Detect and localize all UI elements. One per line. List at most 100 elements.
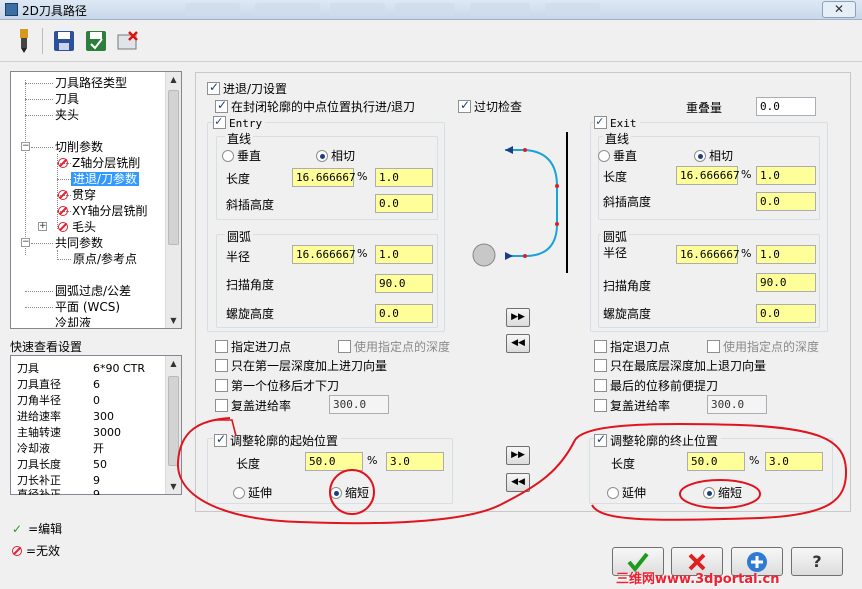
entry-length-pct-input[interactable]: 16.666667 bbox=[292, 168, 356, 187]
checkbox-checked-icon bbox=[213, 114, 226, 129]
entry-ramp-input[interactable]: 0.0 bbox=[375, 194, 433, 213]
entry-perpendicular-radio[interactable]: 垂直 bbox=[222, 147, 261, 164]
collapse-toggle[interactable]: − bbox=[21, 142, 30, 151]
exit-radius-pct-input[interactable]: 16.666667 bbox=[676, 245, 740, 264]
scroll-down-icon[interactable]: ▼ bbox=[166, 479, 181, 494]
disabled-icon bbox=[58, 190, 68, 200]
tree-item[interactable]: 夹头 bbox=[55, 106, 79, 123]
adjust-start-length-label: 长度 bbox=[236, 457, 261, 471]
tree-item[interactable]: XY轴分层铣削 bbox=[58, 202, 148, 219]
exit-radius-input[interactable]: 1.0 bbox=[756, 245, 816, 264]
exit-radius-label: 半径 bbox=[603, 246, 628, 260]
scroll-up-icon[interactable]: ▲ bbox=[166, 72, 181, 87]
adjust-start-pct-input[interactable]: 50.0 bbox=[305, 452, 363, 471]
radio-icon bbox=[233, 487, 245, 499]
first-depth-only-checkbox[interactable]: 只在第一层深度加上进刀向量 bbox=[215, 357, 387, 374]
exit-ramp-input[interactable]: 0.0 bbox=[756, 192, 816, 211]
expand-toggle[interactable]: + bbox=[38, 222, 47, 231]
midpoint-checkbox[interactable]: 在封闭轮廓的中点位置执行进/退刀 bbox=[215, 98, 415, 115]
specify-exit-point-checkbox[interactable]: 指定退刀点 bbox=[594, 338, 670, 355]
tree-item[interactable]: 原点/参考点 bbox=[73, 250, 137, 267]
scroll-down-icon[interactable]: ▼ bbox=[166, 313, 181, 328]
entry-checkbox[interactable]: Entry bbox=[213, 114, 266, 130]
close-file-icon[interactable] bbox=[116, 28, 140, 54]
save-as-icon[interactable] bbox=[84, 28, 108, 54]
entry-length-input[interactable]: 1.0 bbox=[375, 168, 433, 187]
enter-exit-checkbox[interactable]: 进退/刀设置 bbox=[207, 80, 287, 97]
exit-sweep-label: 扫描角度 bbox=[603, 279, 652, 293]
entry-feed-input[interactable]: 300.0 bbox=[329, 395, 389, 414]
help-button[interactable]: ? bbox=[791, 547, 843, 576]
forward-arrow-icon[interactable]: ▶▶ bbox=[506, 308, 530, 327]
tree-item[interactable]: 平面 (WCS) bbox=[55, 298, 120, 315]
quick-view-scrollbar[interactable]: ▲ ▼ bbox=[165, 356, 181, 494]
tool-icon[interactable] bbox=[12, 28, 36, 54]
exit-perpendicular-radio[interactable]: 垂直 bbox=[598, 147, 637, 164]
adjust-start-input[interactable]: 3.0 bbox=[386, 452, 444, 471]
forward-arrow-icon[interactable]: ▶▶ bbox=[506, 446, 530, 465]
exit-helix-input[interactable]: 0.0 bbox=[756, 304, 816, 323]
overlap-input[interactable]: 0.0 bbox=[756, 97, 816, 116]
adjust-end-pct-input[interactable]: 50.0 bbox=[687, 452, 745, 471]
entry-sweep-input[interactable]: 90.0 bbox=[375, 274, 433, 293]
exit-helix-label: 螺旋高度 bbox=[603, 307, 652, 321]
window-title: 2D刀具路径 bbox=[22, 4, 87, 18]
use-depth-checkbox: 使用指定点的深度 bbox=[338, 338, 450, 355]
help-question-icon: ? bbox=[812, 552, 822, 571]
last-depth-only-checkbox[interactable]: 只在最底层深度加上退刀向量 bbox=[594, 357, 766, 374]
adjust-end-extend-radio[interactable]: 延伸 bbox=[607, 484, 646, 501]
tree-item[interactable]: 冷却液 bbox=[55, 314, 91, 327]
tree-item[interactable]: 刀具路径类型 bbox=[55, 74, 127, 91]
checkbox-icon bbox=[707, 340, 720, 353]
checkbox-icon bbox=[338, 340, 351, 353]
specify-entry-point-checkbox[interactable]: 指定进刀点 bbox=[215, 338, 291, 355]
exit-length-pct-input[interactable]: 16.666667 bbox=[676, 166, 740, 185]
checkbox-checked-icon bbox=[207, 80, 220, 95]
tree-item-selected[interactable]: 进退/刀参数 bbox=[71, 170, 140, 187]
scroll-thumb[interactable] bbox=[168, 90, 179, 245]
tree-scrollbar[interactable]: ▲ ▼ bbox=[165, 72, 181, 328]
ghost-tab bbox=[395, 3, 455, 16]
save-icon[interactable] bbox=[52, 28, 76, 54]
exit-use-depth-checkbox: 使用指定点的深度 bbox=[707, 338, 819, 355]
adjust-end-input[interactable]: 3.0 bbox=[765, 452, 823, 471]
exit-sweep-input[interactable]: 90.0 bbox=[756, 273, 816, 292]
collapse-toggle[interactable]: − bbox=[21, 238, 30, 247]
checkbox-checked-icon bbox=[594, 432, 607, 447]
checkbox-icon bbox=[594, 399, 607, 412]
back-arrow-icon[interactable]: ◀◀ bbox=[506, 473, 530, 492]
tree-item[interactable]: 圆弧过虑/公差 bbox=[55, 282, 131, 299]
scroll-thumb[interactable] bbox=[168, 376, 179, 466]
close-button[interactable]: ✕ bbox=[822, 1, 856, 18]
exit-feed-input[interactable]: 300.0 bbox=[707, 395, 767, 414]
entry-radius-input[interactable]: 1.0 bbox=[375, 245, 433, 264]
exit-length-input[interactable]: 1.0 bbox=[756, 166, 816, 185]
exit-length-label: 长度 bbox=[603, 170, 628, 184]
tree-item[interactable]: Z轴分层铣削 bbox=[58, 154, 140, 171]
list-item: 进给速率 300 bbox=[17, 410, 114, 423]
adjust-start-checkbox[interactable]: 调整轮廓的起始位置 bbox=[214, 432, 342, 449]
exit-checkbox[interactable]: Exit bbox=[594, 114, 640, 130]
adjust-start-shorten-radio[interactable]: 缩短 bbox=[330, 484, 369, 501]
exit-tangent-radio[interactable]: 相切 bbox=[694, 147, 733, 164]
entry-radius-pct-input[interactable]: 16.666667 bbox=[292, 245, 356, 264]
percent-label: % bbox=[749, 454, 760, 467]
adjust-end-shorten-radio[interactable]: 缩短 bbox=[703, 484, 742, 501]
exit-override-feed-checkbox[interactable]: 复盖进给率 bbox=[594, 397, 670, 414]
back-arrow-icon[interactable]: ◀◀ bbox=[506, 334, 530, 353]
scroll-up-icon[interactable]: ▲ bbox=[166, 356, 181, 371]
tree-item[interactable]: 贯穿 bbox=[58, 186, 96, 203]
first-move-down-checkbox[interactable]: 第一个位移后才下刀 bbox=[215, 377, 339, 394]
last-move-lift-checkbox[interactable]: 最后的位移前便提刀 bbox=[594, 377, 718, 394]
override-feed-checkbox[interactable]: 复盖进给率 bbox=[215, 397, 291, 414]
tree-item[interactable]: 刀具 bbox=[55, 90, 79, 107]
tree-item[interactable]: 共同参数 bbox=[55, 234, 103, 251]
tree-item[interactable]: 切削参数 bbox=[55, 138, 103, 155]
entry-helix-input[interactable]: 0.0 bbox=[375, 304, 433, 323]
ghost-tab bbox=[185, 3, 240, 16]
gouge-check-checkbox[interactable]: 过切检查 bbox=[458, 98, 522, 115]
adjust-start-extend-radio[interactable]: 延伸 bbox=[233, 484, 272, 501]
adjust-end-checkbox[interactable]: 调整轮廓的终止位置 bbox=[594, 432, 722, 449]
tree-item[interactable]: 毛头 bbox=[58, 218, 96, 235]
entry-tangent-radio[interactable]: 相切 bbox=[316, 147, 355, 164]
